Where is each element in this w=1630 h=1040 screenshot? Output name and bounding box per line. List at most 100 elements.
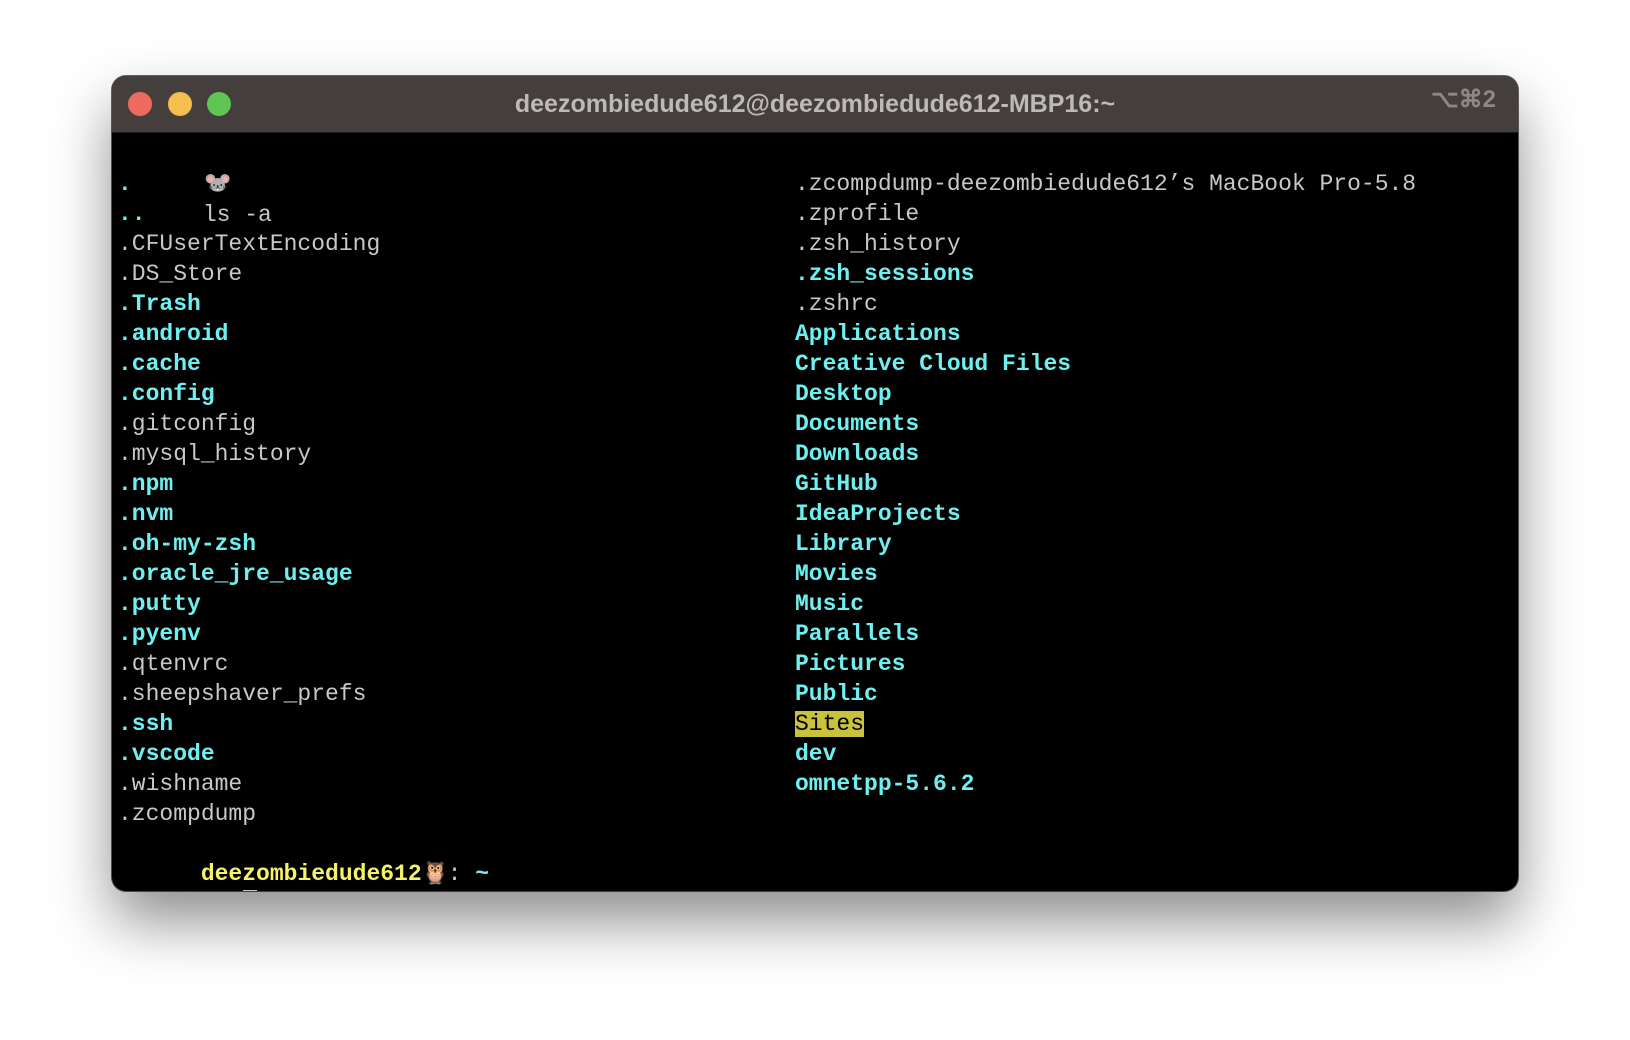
file-name: .pyenv bbox=[118, 621, 201, 647]
list-item: .CFUserTextEncoding bbox=[118, 229, 380, 259]
file-name: .zcompdump-deezombiedude612’s MacBook Pr… bbox=[795, 171, 1417, 197]
list-item: .zsh_sessions bbox=[795, 259, 974, 289]
list-item: . bbox=[118, 169, 132, 199]
file-name: IdeaProjects bbox=[795, 501, 961, 527]
file-name: Pictures bbox=[795, 651, 906, 677]
list-item: .android bbox=[118, 319, 228, 349]
input-line[interactable]: 🐭 bbox=[120, 859, 257, 891]
list-item: .Trash bbox=[118, 289, 201, 319]
list-item: Pictures bbox=[795, 649, 905, 679]
file-name: .oracle_jre_usage bbox=[118, 561, 353, 587]
list-item: omnetpp-5.6.2 bbox=[795, 769, 974, 799]
list-item: Public bbox=[795, 679, 878, 709]
file-name: .zprofile bbox=[795, 201, 920, 227]
list-item: .ssh bbox=[118, 709, 173, 739]
list-item: .cache bbox=[118, 349, 201, 379]
file-name: .config bbox=[118, 381, 215, 407]
list-item: .zcompdump bbox=[118, 799, 256, 829]
title-bar[interactable]: deezombiedude612@deezombiedude612-MBP16:… bbox=[112, 76, 1518, 133]
list-item: .zshrc bbox=[795, 289, 878, 319]
file-name: .putty bbox=[118, 591, 201, 617]
list-item: IdeaProjects bbox=[795, 499, 961, 529]
list-item: GitHub bbox=[795, 469, 878, 499]
list-item: .oracle_jre_usage bbox=[118, 559, 353, 589]
file-name: Sites bbox=[795, 711, 865, 737]
list-item: .. bbox=[118, 199, 146, 229]
file-name: .qtenvrc bbox=[118, 651, 229, 677]
file-name: Public bbox=[795, 681, 878, 707]
owl-icon: 🦉 bbox=[421, 862, 450, 887]
file-name: . bbox=[118, 171, 132, 197]
file-name: .DS_Store bbox=[118, 261, 243, 287]
list-item: Parallels bbox=[795, 619, 919, 649]
file-name: .. bbox=[118, 201, 146, 227]
file-name: .wishname bbox=[118, 771, 243, 797]
file-name: .gitconfig bbox=[118, 411, 257, 437]
list-item: .qtenvrc bbox=[118, 649, 228, 679]
file-name: .zsh_sessions bbox=[795, 261, 975, 287]
list-item: .sheepshaver_prefs bbox=[118, 679, 366, 709]
list-item: .npm bbox=[118, 469, 173, 499]
file-name: .oh-my-zsh bbox=[118, 531, 257, 557]
terminal-output[interactable]: 🐭 ls -a ... .CFUserTextEncoding .DS_Store.… bbox=[112, 133, 1518, 891]
terminal-window: deezombiedude612@deezombiedude612-MBP16:… bbox=[112, 76, 1518, 891]
list-item: .mysql_history bbox=[118, 439, 311, 469]
mouse-face-icon: 🐭 bbox=[203, 890, 233, 891]
list-item: .zcompdump-deezombiedude612’s MacBook Pr… bbox=[795, 169, 1416, 199]
file-name: .zsh_history bbox=[795, 231, 961, 257]
list-item: .pyenv bbox=[118, 619, 201, 649]
list-item: dev bbox=[795, 739, 836, 769]
list-item: .wishname bbox=[118, 769, 242, 799]
file-name: .zcompdump bbox=[118, 801, 257, 827]
file-name: Music bbox=[795, 591, 865, 617]
prompt-path: ~ bbox=[475, 861, 490, 887]
file-name: Documents bbox=[795, 411, 920, 437]
list-item: Applications bbox=[795, 319, 961, 349]
list-item: Sites bbox=[795, 709, 865, 739]
list-item: Library bbox=[795, 529, 892, 559]
window-shortcut: ⌥⌘2 bbox=[1430, 86, 1496, 113]
list-item: .config bbox=[118, 379, 215, 409]
list-item: Music bbox=[795, 589, 864, 619]
text-cursor bbox=[242, 889, 257, 891]
file-name: Downloads bbox=[795, 441, 920, 467]
list-item: .DS_Store bbox=[118, 259, 242, 289]
window-title: deezombiedude612@deezombiedude612-MBP16:… bbox=[514, 90, 1116, 118]
file-name: .nvm bbox=[118, 501, 174, 527]
file-name: .cache bbox=[118, 351, 201, 377]
list-item: Desktop bbox=[795, 379, 892, 409]
file-name: .mysql_history bbox=[118, 441, 312, 467]
file-name: .vscode bbox=[118, 741, 215, 767]
command-text: ls -a bbox=[202, 202, 272, 228]
file-name: .zshrc bbox=[795, 291, 878, 317]
file-name: Desktop bbox=[795, 381, 892, 407]
file-name: .android bbox=[118, 321, 229, 347]
mouse-face-icon: 🐭 bbox=[204, 172, 232, 197]
list-item: Documents bbox=[795, 409, 919, 439]
list-item: .oh-my-zsh bbox=[118, 529, 256, 559]
command-line: 🐭 ls -a bbox=[120, 139, 272, 228]
file-name: .Trash bbox=[118, 291, 201, 317]
file-name: .npm bbox=[118, 471, 174, 497]
file-name: .sheepshaver_prefs bbox=[118, 681, 367, 707]
file-name: dev bbox=[795, 741, 837, 767]
prompt-separator: : bbox=[447, 861, 476, 887]
file-name: .ssh bbox=[118, 711, 174, 737]
file-name: Library bbox=[795, 531, 892, 557]
file-name: Parallels bbox=[795, 621, 920, 647]
list-item: .nvm bbox=[118, 499, 173, 529]
file-name: Applications bbox=[795, 321, 961, 347]
list-item: Movies bbox=[795, 559, 878, 589]
list-item: Downloads bbox=[795, 439, 919, 469]
list-item: .zsh_history bbox=[795, 229, 961, 259]
file-name: .CFUserTextEncoding bbox=[118, 231, 381, 257]
list-item: Creative Cloud Files bbox=[795, 349, 1071, 379]
file-name: Creative Cloud Files bbox=[795, 351, 1072, 377]
file-name: GitHub bbox=[795, 471, 878, 497]
list-item: .zprofile bbox=[795, 199, 919, 229]
file-name: Movies bbox=[795, 561, 878, 587]
list-item: .vscode bbox=[118, 739, 215, 769]
prompt-line: deezombiedude612🦉: ~ bbox=[118, 829, 489, 887]
list-item: .gitconfig bbox=[118, 409, 256, 439]
list-item: .putty bbox=[118, 589, 201, 619]
